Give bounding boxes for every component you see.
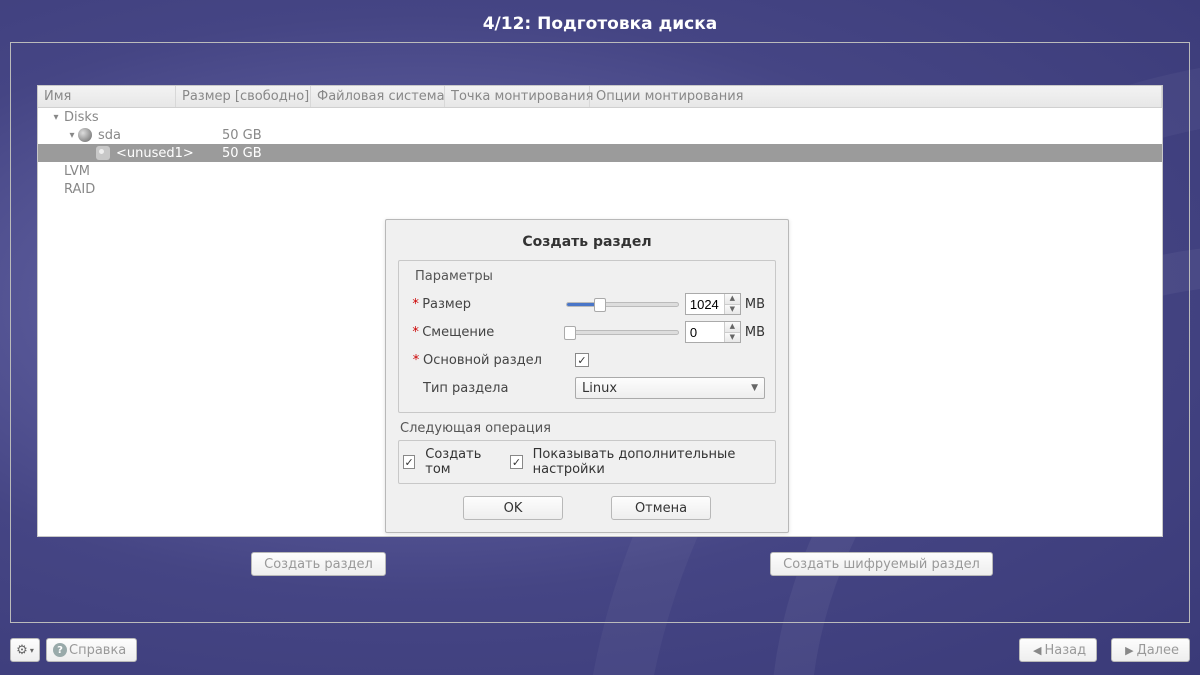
chevron-down-icon: ▼ bbox=[751, 383, 758, 393]
offset-slider[interactable] bbox=[566, 330, 679, 335]
offset-label: Смещение bbox=[422, 325, 565, 340]
col-name[interactable]: Имя bbox=[38, 86, 176, 107]
next-label: Далее bbox=[1137, 643, 1179, 658]
tree-size: 50 GB bbox=[222, 128, 357, 143]
spin-up-icon[interactable]: ▲ bbox=[725, 294, 740, 305]
type-row: Тип раздела Linux ▼ bbox=[409, 374, 765, 402]
main-panel: Имя Размер [свободно] Файловая система Т… bbox=[10, 42, 1190, 623]
params-legend: Параметры bbox=[411, 269, 497, 284]
primary-label: Основной раздел bbox=[423, 353, 575, 368]
next-op-section: Следующая операция ✓ Создать том ✓ Показ… bbox=[398, 421, 776, 484]
tree-row-sda[interactable]: ▾ sda 50 GB bbox=[38, 126, 1162, 144]
disk-icon bbox=[78, 128, 92, 142]
tree-size: 50 GB bbox=[222, 146, 357, 161]
tree-label: Disks bbox=[62, 110, 99, 125]
tree-label: RAID bbox=[62, 182, 95, 197]
primary-row: * Основной раздел ✓ bbox=[409, 346, 765, 374]
spin-down-icon[interactable]: ▼ bbox=[725, 305, 740, 315]
required-marker: * bbox=[409, 353, 423, 368]
spin-up-icon[interactable]: ▲ bbox=[725, 322, 740, 333]
size-label: Размер bbox=[422, 297, 565, 312]
select-value: Linux bbox=[582, 381, 617, 396]
size-spinbox[interactable]: ▲▼ bbox=[685, 293, 741, 315]
tree-row-unused[interactable]: <unused1> 50 GB bbox=[38, 144, 1162, 162]
create-partition-button[interactable]: Создать раздел bbox=[251, 552, 386, 576]
next-op-legend: Следующая операция bbox=[400, 421, 776, 436]
expand-icon[interactable]: ▾ bbox=[50, 112, 62, 123]
next-op-row: ✓ Создать том ✓ Показывать дополнительны… bbox=[398, 440, 776, 484]
chevron-down-icon: ▾ bbox=[30, 646, 34, 655]
show-advanced-label: Показывать дополнительные настройки bbox=[533, 447, 771, 477]
chevron-right-icon: ▶ bbox=[1125, 644, 1133, 657]
show-advanced-checkbox[interactable]: ✓ bbox=[510, 455, 522, 469]
next-button[interactable]: ▶ Далее bbox=[1111, 638, 1190, 662]
type-label: Тип раздела bbox=[423, 381, 575, 396]
disk-tree[interactable]: ▾Disks ▾sda 50 GB <unused1> 50 GB LVM RA… bbox=[38, 108, 1162, 198]
partition-actions: Создать раздел Создать шифруемый раздел bbox=[37, 552, 1163, 582]
size-slider[interactable] bbox=[566, 302, 679, 307]
offset-input[interactable] bbox=[686, 322, 724, 342]
offset-spinbox[interactable]: ▲▼ bbox=[685, 321, 741, 343]
back-button[interactable]: ◀Назад bbox=[1019, 638, 1097, 662]
system-menu-button[interactable]: ⚙▾ bbox=[10, 638, 40, 662]
primary-checkbox[interactable]: ✓ bbox=[575, 353, 589, 367]
col-opts[interactable]: Опции монтирования bbox=[590, 86, 1162, 107]
gear-icon: ⚙ bbox=[16, 643, 28, 658]
required-marker: * bbox=[409, 325, 422, 340]
size-input[interactable] bbox=[686, 294, 724, 314]
col-mount[interactable]: Точка монтирования bbox=[445, 86, 590, 107]
create-partition-dialog: Создать раздел Параметры * Размер ▲▼ MB bbox=[385, 219, 789, 533]
create-volume-label: Создать том bbox=[425, 447, 498, 477]
spin-down-icon[interactable]: ▼ bbox=[725, 333, 740, 343]
help-button[interactable]: ?Справка bbox=[46, 638, 137, 662]
tree-label: <unused1> bbox=[114, 146, 194, 161]
dialog-buttons: OK Отмена bbox=[398, 496, 776, 520]
tree-row-disks[interactable]: ▾Disks bbox=[38, 108, 1162, 126]
create-volume-checkbox[interactable]: ✓ bbox=[403, 455, 415, 469]
params-fieldset: Параметры * Размер ▲▼ MB * Смеще bbox=[398, 260, 776, 413]
cancel-button[interactable]: Отмена bbox=[611, 496, 711, 520]
create-encrypted-partition-button[interactable]: Создать шифруемый раздел bbox=[770, 552, 993, 576]
bottom-bar: ⚙▾ ?Справка ◀Назад ▶ Далее bbox=[10, 635, 1190, 665]
back-label: Назад bbox=[1044, 643, 1086, 658]
chevron-left-icon: ◀ bbox=[1033, 644, 1041, 657]
tree-row-raid[interactable]: RAID bbox=[38, 180, 1162, 198]
help-label: Справка bbox=[69, 643, 126, 658]
tree-header: Имя Размер [свободно] Файловая система Т… bbox=[38, 86, 1162, 108]
partition-icon bbox=[96, 146, 110, 160]
expand-icon[interactable]: ▾ bbox=[66, 130, 78, 141]
tree-label: LVM bbox=[62, 164, 90, 179]
size-unit: MB bbox=[745, 297, 765, 312]
partition-type-select[interactable]: Linux ▼ bbox=[575, 377, 765, 399]
offset-unit: MB bbox=[745, 325, 765, 340]
tree-label: sda bbox=[96, 128, 121, 143]
size-row: * Размер ▲▼ MB bbox=[409, 290, 765, 318]
offset-row: * Смещение ▲▼ MB bbox=[409, 318, 765, 346]
slider-thumb[interactable] bbox=[564, 326, 576, 340]
col-fs[interactable]: Файловая система bbox=[311, 86, 445, 107]
required-marker bbox=[409, 381, 423, 396]
dialog-title: Создать раздел bbox=[398, 230, 776, 260]
help-icon: ? bbox=[53, 643, 67, 657]
slider-thumb[interactable] bbox=[594, 298, 606, 312]
tree-row-lvm[interactable]: LVM bbox=[38, 162, 1162, 180]
ok-button[interactable]: OK bbox=[463, 496, 563, 520]
col-size[interactable]: Размер [свободно] bbox=[176, 86, 311, 107]
required-marker: * bbox=[409, 297, 422, 312]
page-title: 4/12: Подготовка диска bbox=[0, 14, 1200, 34]
